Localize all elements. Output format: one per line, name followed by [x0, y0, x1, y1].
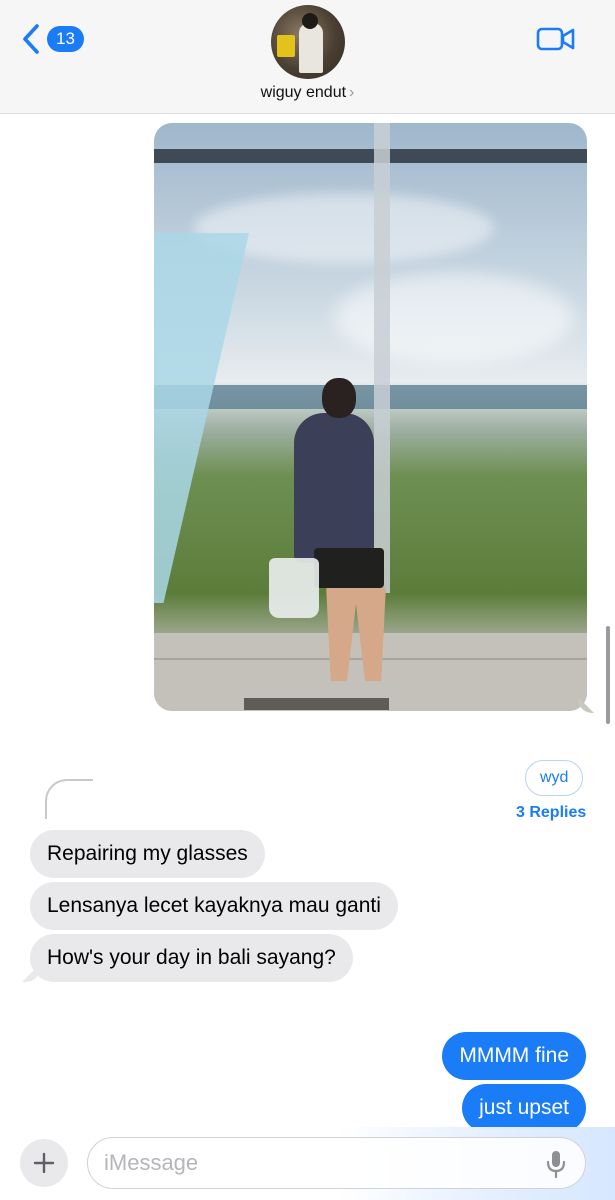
- photo-shadow: [244, 698, 389, 710]
- outgoing-message[interactable]: just upset: [462, 1084, 586, 1132]
- photo-window-frame: [154, 149, 587, 163]
- plus-icon: [33, 1152, 55, 1174]
- photo-bag: [269, 558, 319, 618]
- photo-person-head: [322, 378, 356, 418]
- incoming-message[interactable]: How's your day in bali sayang?: [30, 934, 353, 982]
- microphone-icon[interactable]: [546, 1149, 566, 1179]
- add-attachment-button[interactable]: [20, 1139, 68, 1187]
- replies-link[interactable]: 3 Replies: [516, 804, 586, 822]
- photo-person-shorts: [314, 548, 384, 588]
- thread-connector-line: [45, 779, 93, 819]
- avatar-head-shape: [302, 13, 318, 29]
- unread-count-badge: 13: [47, 26, 84, 52]
- contact-name-button[interactable]: wiguy endut ›: [0, 84, 615, 102]
- photo-message[interactable]: [154, 123, 587, 711]
- chevron-right-icon: ›: [349, 84, 355, 101]
- video-camera-icon[interactable]: [536, 24, 576, 54]
- avatar-sign-shape: [277, 35, 295, 57]
- contact-name: wiguy endut: [260, 84, 347, 101]
- reply-context-bubble[interactable]: wyd: [525, 760, 584, 796]
- message-input[interactable]: [104, 1138, 534, 1187]
- photo-cloud: [334, 273, 574, 363]
- back-button[interactable]: 13: [20, 22, 84, 56]
- scroll-indicator[interactable]: [606, 626, 610, 724]
- photo-window-mullion: [374, 123, 390, 593]
- photo-sea: [154, 385, 587, 409]
- contact-avatar[interactable]: [271, 5, 345, 79]
- message-input-field[interactable]: [87, 1137, 586, 1189]
- incoming-message[interactable]: Lensanya lecet kayaknya mau ganti: [30, 882, 398, 930]
- avatar-figure-shape: [299, 23, 323, 73]
- photo-curtain: [154, 233, 249, 603]
- photo-person-body: [294, 413, 374, 563]
- conversation-header: 13 wiguy endut ›: [0, 0, 615, 114]
- chevron-left-icon: [23, 24, 39, 54]
- incoming-message[interactable]: Repairing my glasses: [30, 830, 265, 878]
- outgoing-message[interactable]: MMMM fine: [442, 1032, 586, 1080]
